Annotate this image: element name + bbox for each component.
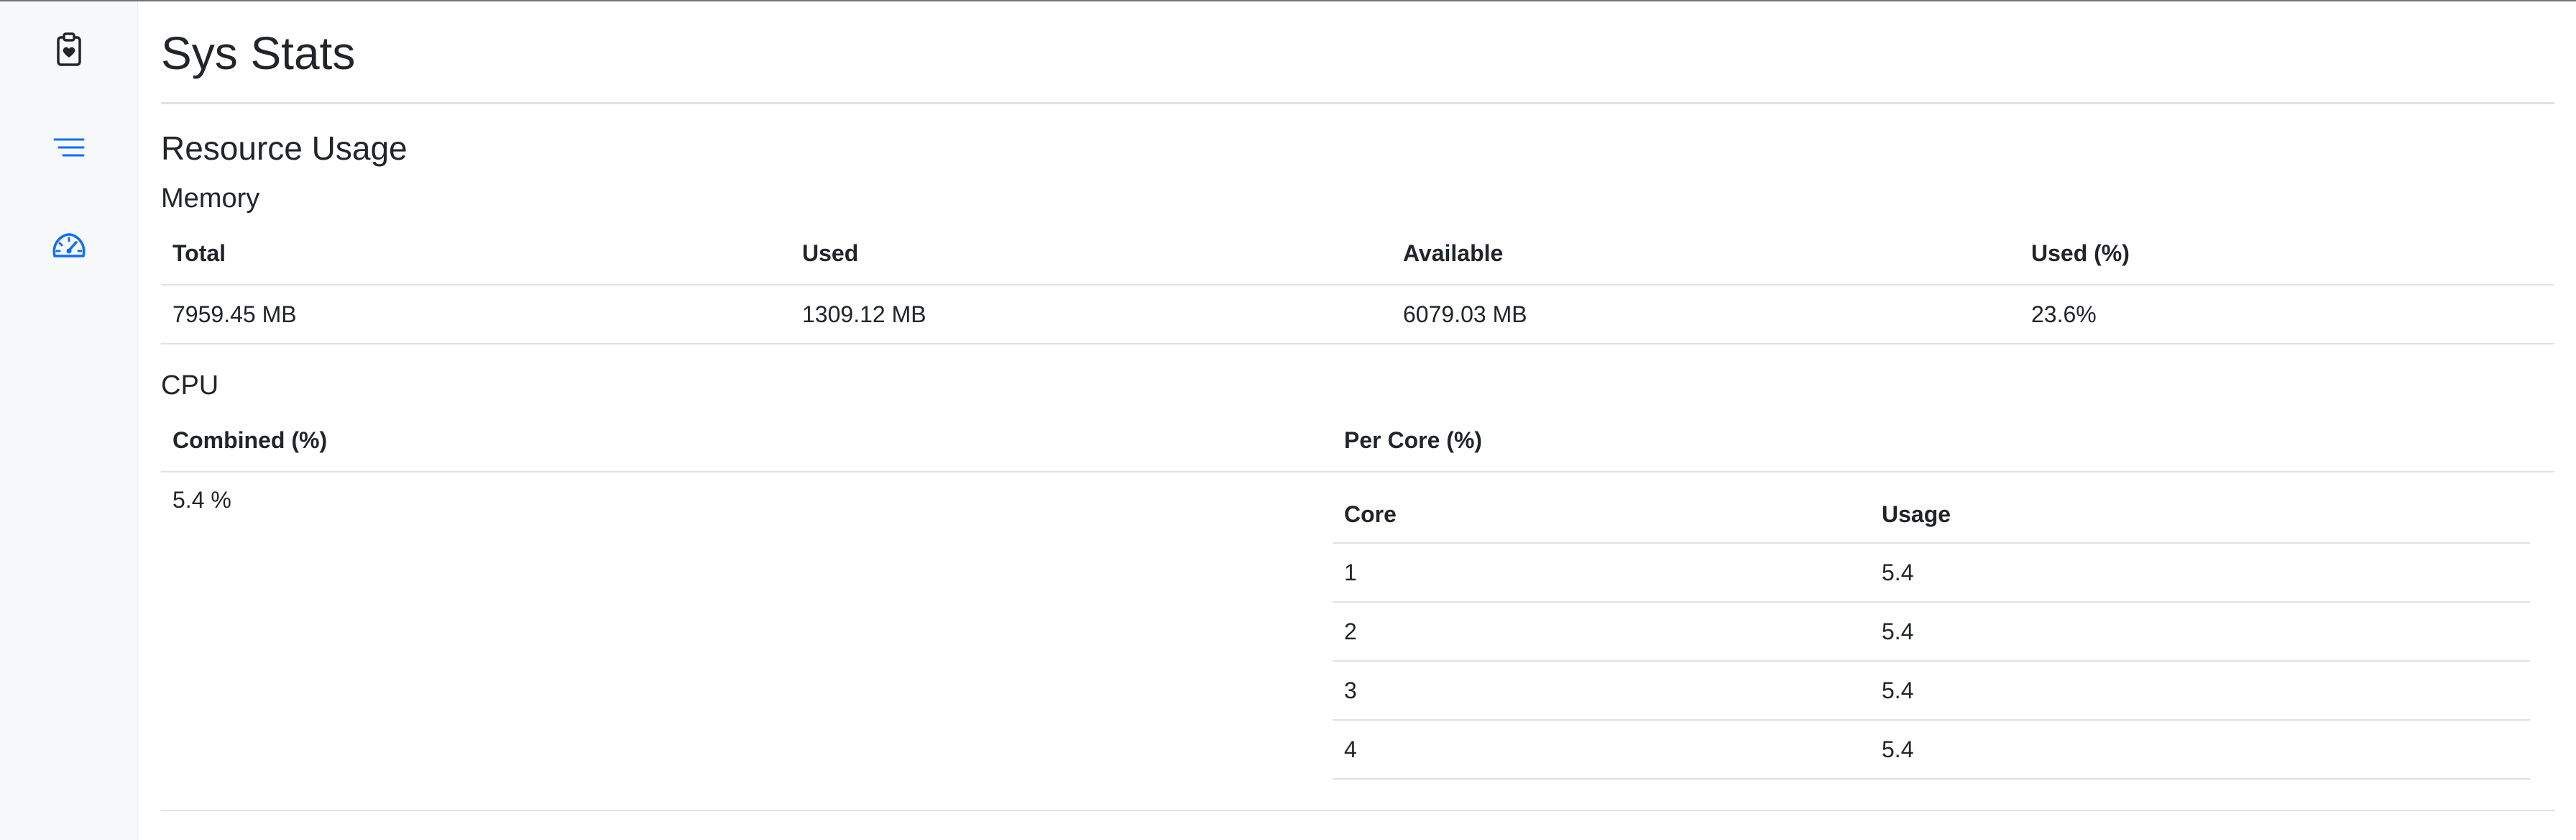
core-number: 1 (1333, 543, 1870, 603)
cpu-combined-value: 5.4 % (161, 472, 1333, 811)
main-content: Sys Stats Resource Usage Memory Total Us… (161, 1, 2554, 840)
memory-available-value: 6079.03 MB (1392, 285, 2020, 344)
memory-heading: Memory (161, 183, 260, 214)
core-number: 3 (1333, 661, 1870, 721)
clipboard-heart-icon[interactable] (46, 29, 92, 75)
table-row: 4 5.4 (1333, 720, 2530, 780)
table-row: 2 5.4 (1333, 602, 2530, 662)
speedometer-icon[interactable] (46, 224, 92, 270)
column-header-combined: Combined (%) (161, 408, 1333, 472)
section-heading-resource-usage: Resource Usage (161, 129, 408, 167)
table-row: 5.4 % Core Usage 1 5.4 2 5.4 3 5.4 4 5.4 (161, 472, 2554, 811)
per-core-table: Core Usage 1 5.4 2 5.4 3 5.4 4 5.4 (1333, 484, 2530, 780)
table-header-row: Combined (%) Per Core (%) (161, 408, 2554, 472)
core-number: 2 (1333, 602, 1870, 662)
list-icon[interactable] (46, 125, 92, 171)
sidebar (0, 1, 138, 840)
column-header-total: Total (161, 222, 791, 286)
per-core-cell: Core Usage 1 5.4 2 5.4 3 5.4 4 5.4 (1333, 472, 2554, 811)
core-usage: 5.4 (1870, 661, 2530, 721)
table-row: 7959.45 MB 1309.12 MB 6079.03 MB 23.6% (161, 285, 2554, 344)
table-header-row: Total Used Available Used (%) (161, 222, 2554, 286)
core-usage: 5.4 (1870, 543, 2530, 603)
page-title: Sys Stats (161, 27, 356, 79)
cpu-heading: CPU (161, 370, 219, 401)
memory-used-value: 1309.12 MB (791, 285, 1392, 344)
core-number: 4 (1333, 720, 1870, 780)
column-header-usage: Usage (1870, 484, 2530, 544)
table-row: 1 5.4 (1333, 543, 2530, 603)
cpu-table: Combined (%) Per Core (%) 5.4 % Core Usa… (161, 408, 2554, 811)
title-divider (161, 102, 2554, 104)
table-header-row: Core Usage (1333, 484, 2530, 544)
core-usage: 5.4 (1870, 720, 2530, 780)
table-row: 3 5.4 (1333, 661, 2530, 721)
column-header-per-core: Per Core (%) (1333, 408, 2554, 472)
column-header-core: Core (1333, 484, 1870, 544)
memory-total-value: 7959.45 MB (161, 285, 791, 344)
memory-table: Total Used Available Used (%) 7959.45 MB… (161, 222, 2554, 344)
column-header-used-percent: Used (%) (2020, 222, 2554, 286)
column-header-available: Available (1392, 222, 2020, 286)
core-usage: 5.4 (1870, 602, 2530, 662)
column-header-used: Used (791, 222, 1392, 286)
memory-used-percent-value: 23.6% (2020, 285, 2554, 344)
